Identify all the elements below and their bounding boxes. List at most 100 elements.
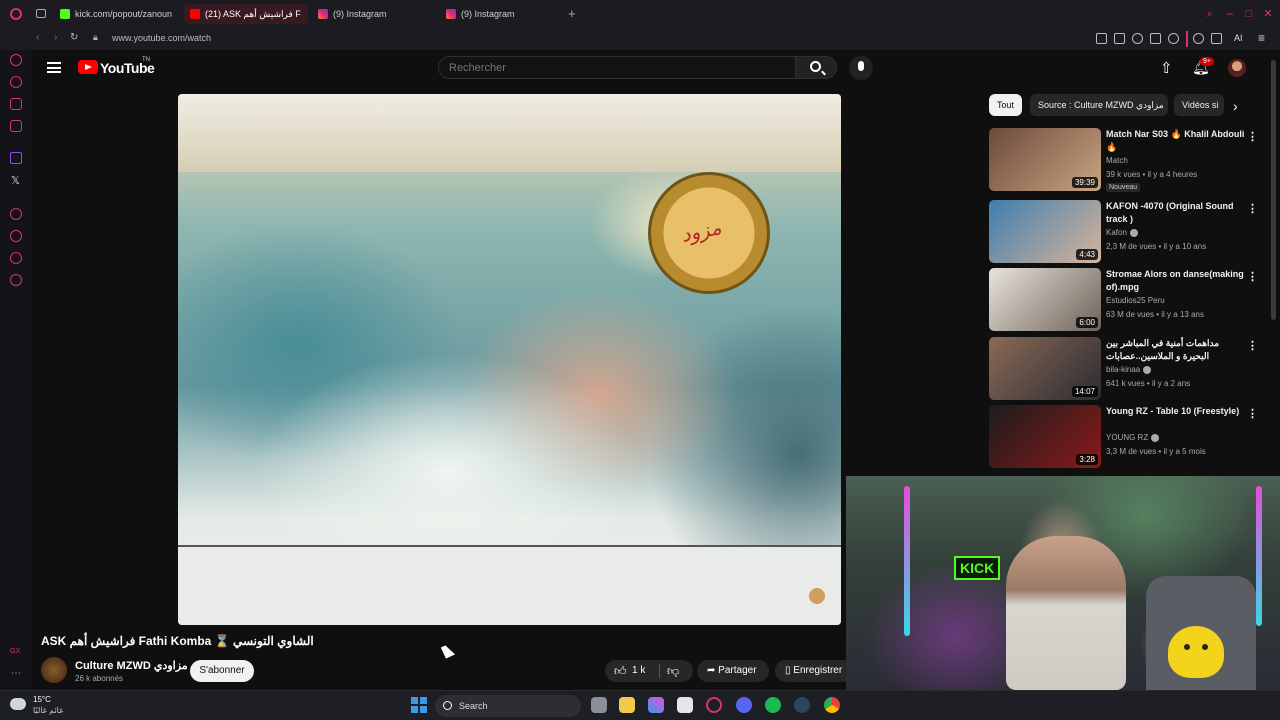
more-options-icon[interactable]: ⋮	[1247, 130, 1258, 143]
channel-name[interactable]: Kafon	[1106, 228, 1138, 237]
maximize-icon[interactable]: □	[1243, 8, 1255, 20]
sidebar-x-icon[interactable]: 𝕏	[11, 174, 20, 187]
sidebar-history-icon[interactable]	[10, 230, 22, 242]
channel-name[interactable]: Estudios25 Peru	[1106, 296, 1165, 305]
sidebar-messenger-icon[interactable]	[10, 98, 22, 110]
taskbar-search-label: Search	[459, 701, 488, 711]
weather-condition[interactable]: غائم غالبًا	[33, 706, 63, 715]
reload-icon[interactable]: ↻	[70, 32, 78, 43]
video-meta: 641 k vues • il y a 2 ans	[1106, 379, 1191, 388]
video-title[interactable]: مداهمات أمنية في المباشر بين البحيرة و ا…	[1106, 337, 1246, 363]
profile-icon[interactable]	[1193, 33, 1204, 44]
ai-button[interactable]: AI	[1234, 33, 1243, 43]
forward-icon[interactable]: ›	[54, 32, 57, 43]
recommended-video[interactable]: 39:39 Match Nar S03 🔥 Khalil Abdouli 🔥 Mat…	[989, 128, 1269, 192]
video-thumbnail[interactable]: 6:00	[989, 268, 1101, 331]
bookmark-icon[interactable]	[1096, 33, 1107, 44]
save-button[interactable]: ▯ Enregistrer	[775, 660, 855, 682]
copilot-icon[interactable]	[648, 697, 664, 713]
video-title[interactable]: Young RZ - Table 10 (Freestyle)	[1106, 405, 1246, 418]
browser-tab-instagram-1[interactable]: (9) Instagram	[312, 4, 436, 24]
spotify-icon[interactable]	[765, 697, 781, 713]
sidebar-gx-icon[interactable]: GX	[10, 648, 20, 655]
search-input[interactable]	[438, 56, 796, 79]
scrollbar[interactable]	[1271, 60, 1276, 320]
new-tab-button[interactable]: +	[568, 6, 576, 21]
url-field[interactable]: www.youtube.com/watch	[112, 33, 211, 43]
more-options-icon[interactable]: ⋮	[1247, 202, 1258, 215]
video-thumbnail[interactable]: 4:43	[989, 200, 1101, 263]
sidebar-music-icon[interactable]	[10, 76, 22, 88]
share-button[interactable]: ➦ Partager	[697, 660, 769, 682]
recommended-video[interactable]: 3:28 Young RZ - Table 10 (Freestyle) YOUNG…	[989, 405, 1269, 469]
video-thumbnail[interactable]: 39:39	[989, 128, 1101, 191]
weather-cloud-icon[interactable]	[10, 698, 26, 710]
video-title[interactable]: Match Nar S03 🔥 Khalil Abdouli 🔥	[1106, 128, 1246, 154]
chip-source[interactable]: Source : Culture MZWD مزاودي	[1030, 94, 1168, 116]
browser-tab-kick[interactable]: kick.com/popout/zanoun	[54, 4, 176, 24]
back-icon[interactable]: ‹	[36, 32, 39, 43]
weather-temperature[interactable]: 15°C	[33, 695, 51, 704]
like-count[interactable]: 1 k	[632, 660, 645, 682]
create-upload-icon[interactable]: ⇧	[1160, 59, 1173, 77]
video-player[interactable]: مزود	[178, 94, 841, 625]
chip-similar-videos[interactable]: Vidéos si	[1174, 94, 1224, 116]
hamburger-menu-icon[interactable]	[47, 62, 61, 73]
region-code: TN	[142, 57, 150, 63]
snapshot-icon[interactable]	[1114, 33, 1125, 44]
channel-avatar[interactable]	[41, 657, 67, 683]
opera-menu-icon[interactable]	[10, 8, 22, 20]
sidebar-twitch-icon[interactable]	[10, 152, 22, 164]
task-view-icon[interactable]	[591, 697, 607, 713]
dislike-thumb-icon[interactable]: 👎︎	[667, 660, 679, 682]
heart-icon[interactable]	[1168, 33, 1179, 44]
video-title[interactable]: Stromae Alors on danse(making of).mpg	[1106, 268, 1246, 294]
minimize-icon[interactable]: –	[1224, 8, 1236, 20]
sidebar-extensions-icon[interactable]	[10, 252, 22, 264]
search-tabs-icon[interactable]: ⌕	[1204, 8, 1216, 20]
sidebar-pinboard-icon[interactable]	[10, 208, 22, 220]
channel-name[interactable]: YOUNG RZ	[1106, 433, 1160, 442]
youtube-logo-icon[interactable]	[78, 60, 98, 74]
search-button[interactable]	[795, 56, 837, 79]
steam-icon[interactable]	[794, 697, 810, 713]
discord-icon[interactable]	[736, 697, 752, 713]
close-icon[interactable]: ✕	[1262, 8, 1274, 20]
browser-tab-instagram-2[interactable]: (9) Instagram	[440, 4, 564, 24]
sidebar-settings-icon[interactable]	[10, 274, 22, 286]
chrome-icon[interactable]	[824, 697, 840, 713]
like-thumb-icon[interactable]: 👍︎	[614, 660, 627, 682]
more-options-icon[interactable]: ⋮	[1247, 407, 1258, 420]
download-icon[interactable]	[1211, 33, 1222, 44]
recommended-video[interactable]: 4:43 KAFON -4070 (Original Sound track ) K…	[989, 200, 1269, 264]
subscribe-button[interactable]: S'abonner	[190, 660, 254, 682]
sidebar-aria-icon[interactable]	[10, 54, 22, 66]
chip-all[interactable]: Tout	[989, 94, 1023, 116]
more-options-icon[interactable]: ⋮	[1247, 339, 1258, 352]
video-title[interactable]: KAFON -4070 (Original Sound track )	[1106, 200, 1246, 226]
tab-overview-icon[interactable]	[36, 9, 46, 18]
recommended-video[interactable]: 6:00 Stromae Alors on danse(making of).mp…	[989, 268, 1269, 332]
windows-start-icon[interactable]	[411, 697, 427, 713]
video-thumbnail[interactable]: 3:28	[989, 405, 1101, 468]
channel-name[interactable]: bila-kinaa	[1106, 365, 1152, 374]
sidebar-more-icon[interactable]: ⋯	[11, 668, 21, 679]
opera-gx-icon[interactable]	[706, 697, 722, 713]
file-explorer-icon[interactable]	[619, 697, 635, 713]
player-icon[interactable]	[1150, 33, 1161, 44]
adblock-icon[interactable]	[1132, 33, 1143, 44]
video-duration: 14:07	[1071, 386, 1098, 397]
channel-name[interactable]: Match	[1106, 156, 1128, 165]
account-avatar[interactable]	[1228, 59, 1246, 77]
browser-tab-youtube[interactable]: (21) ASK فراشيش أهم F	[184, 4, 308, 24]
channel-name[interactable]: Culture MZWD مزاودي	[75, 659, 188, 672]
voice-search-button[interactable]	[849, 56, 873, 80]
sidebar-player-icon[interactable]	[10, 120, 22, 132]
more-options-icon[interactable]: ⋮	[1247, 270, 1258, 283]
taskbar-search[interactable]: Search	[435, 695, 581, 717]
chevron-right-icon[interactable]: ›	[1233, 98, 1238, 114]
recommended-video[interactable]: 14:07 مداهمات أمنية في المباشر بين البحير…	[989, 337, 1269, 401]
video-thumbnail[interactable]: 14:07	[989, 337, 1101, 400]
store-icon[interactable]	[677, 697, 693, 713]
easy-setup-icon[interactable]: ≡	[1258, 31, 1265, 45]
